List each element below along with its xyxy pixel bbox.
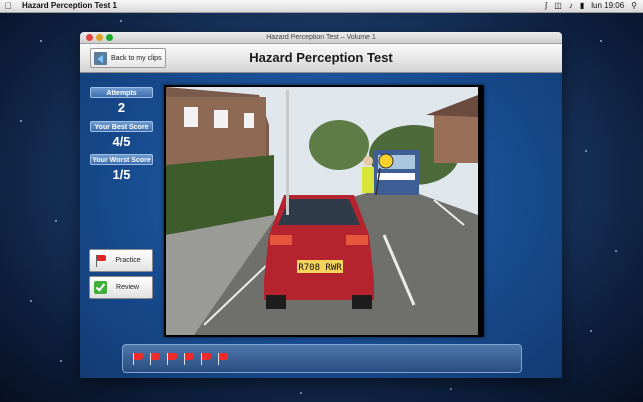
battery-icon[interactable]: ▮: [580, 0, 584, 12]
volume-icon[interactable]: ♪: [569, 0, 573, 12]
video-player[interactable]: R708 RWR: [164, 85, 484, 337]
minimize-window-button[interactable]: [96, 34, 103, 41]
number-plate: R708 RWR: [298, 263, 342, 273]
flag-marker-icon: [199, 352, 212, 366]
back-to-clips-label: Back to my clips: [111, 54, 162, 62]
flag-marker-icon: [131, 352, 144, 366]
window-title: Hazard Perception Test – Volume 1: [266, 34, 376, 41]
app-header: Hazard Perception Test Back to my clips: [80, 44, 562, 73]
practice-label: Practice: [115, 257, 141, 264]
zoom-window-button[interactable]: [106, 34, 113, 41]
best-score-label: Your Best Score: [90, 121, 153, 132]
flag-marker-icon: [182, 352, 195, 366]
spotlight-search-icon[interactable]: ⚲: [631, 0, 637, 12]
menubar:  Hazard Perception Test 1 ∫ ◫ ♪ ▮ lun 1…: [0, 0, 643, 13]
video-frame-image: R708 RWR: [166, 85, 484, 337]
red-flag-icon: [94, 254, 108, 268]
back-arrow-icon: [94, 51, 107, 65]
window-titlebar[interactable]: Hazard Perception Test – Volume 1: [80, 32, 562, 44]
apple-icon[interactable]: : [0, 0, 16, 12]
flag-marker-icon: [148, 352, 161, 366]
flag-tray[interactable]: [122, 344, 522, 373]
flag-marker-icon: [216, 352, 229, 366]
wifi-icon[interactable]: ◫: [554, 0, 562, 12]
attempts-label: Attempts: [90, 87, 153, 98]
best-score-value: 4/5: [112, 134, 131, 149]
review-label: Review: [116, 284, 139, 291]
flag-marker-icon: [165, 352, 178, 366]
worst-score-value: 1/5: [112, 167, 131, 182]
checkmark-icon: [94, 281, 107, 294]
worst-score-label: Your Worst Score: [90, 154, 153, 165]
menubar-status-area: ∫ ◫ ♪ ▮ lun 19:06 ⚲: [545, 0, 643, 12]
review-button[interactable]: Review: [89, 276, 153, 299]
main-content: Attempts 2 Your Best Score 4/5 Your Wors…: [80, 73, 562, 378]
practice-button[interactable]: Practice: [89, 249, 153, 272]
menubar-app-name[interactable]: Hazard Perception Test 1: [22, 0, 117, 12]
window-controls: [86, 34, 113, 41]
close-window-button[interactable]: [86, 34, 93, 41]
attempts-value: 2: [117, 100, 126, 115]
menubar-clock[interactable]: lun 19:06: [591, 0, 624, 12]
bluetooth-icon[interactable]: ∫: [545, 0, 547, 12]
app-window: Hazard Perception Test – Volume 1 Hazard…: [80, 32, 562, 378]
back-to-clips-button[interactable]: Back to my clips: [90, 48, 166, 68]
